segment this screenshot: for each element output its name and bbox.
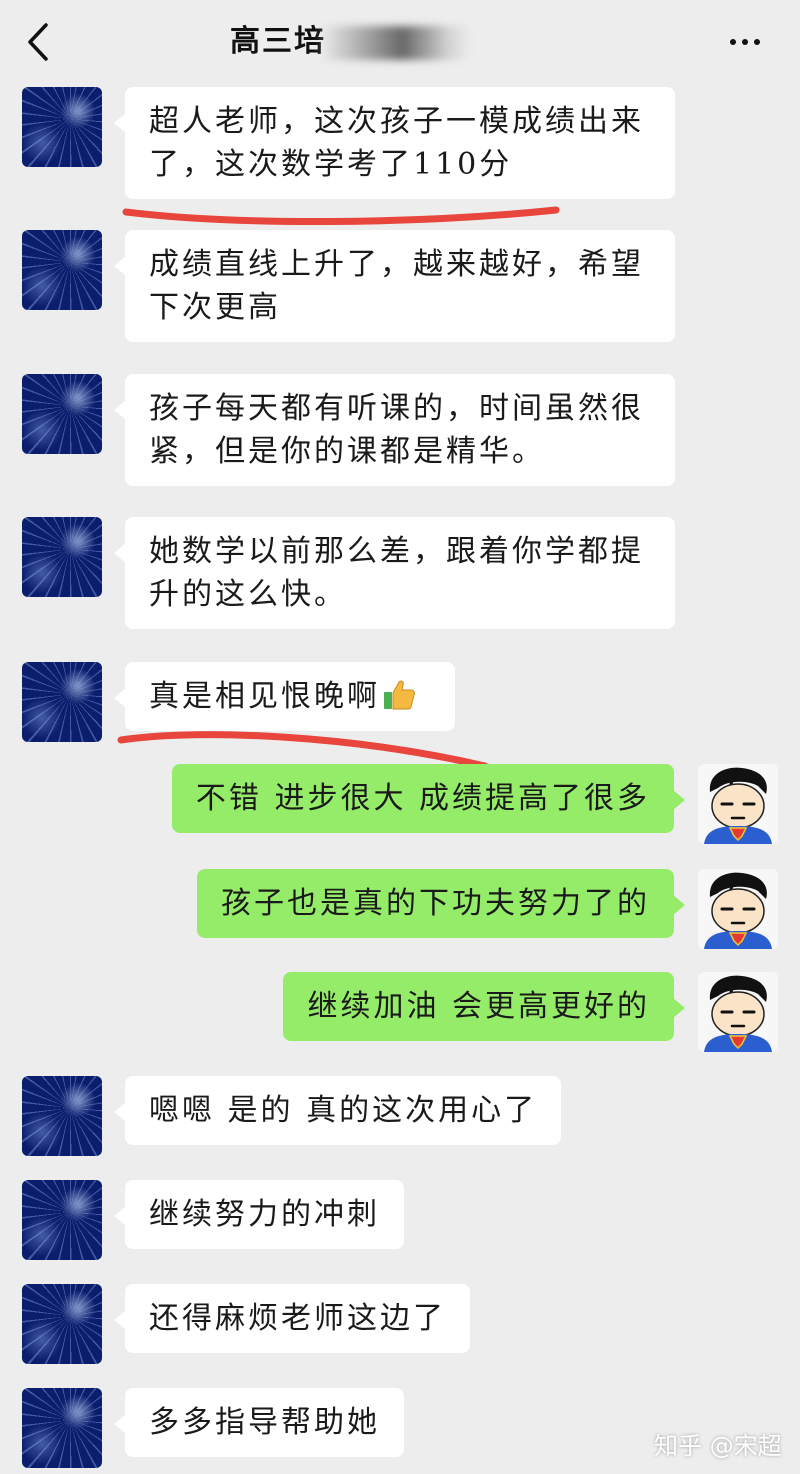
- message-text: 不错 进步很大 成绩提高了很多: [195, 781, 650, 816]
- sender-avatar[interactable]: [22, 1388, 102, 1468]
- sender-avatar[interactable]: [22, 1180, 102, 1260]
- sender-avatar[interactable]: [22, 517, 102, 597]
- message-bubble: 超人老师，这次孩子一模成绩出来了，这次数学考了110分: [114, 87, 675, 199]
- message-text: 孩子每天都有听课的，时间虽然很紧，但是你的课都是精华。: [149, 391, 644, 469]
- message-text: 多多指导帮助她: [149, 1405, 380, 1440]
- message-text: 孩子也是真的下功夫努力了的: [221, 886, 650, 921]
- my-avatar[interactable]: [698, 972, 778, 1052]
- chat-header: 高三培: [0, 0, 800, 84]
- my-avatar[interactable]: [698, 869, 778, 949]
- message-bubble: 她数学以前那么差，跟着你学都提升的这么快。: [114, 517, 675, 629]
- message-bubble: 嗯嗯 是的 真的这次用心了: [113, 1076, 562, 1145]
- message-text: 真是相见恨晚啊: [149, 679, 380, 714]
- red-underline: [122, 206, 560, 226]
- thumbs-up-icon: [384, 680, 415, 710]
- my-avatar[interactable]: [698, 764, 778, 844]
- more-button[interactable]: [715, 22, 775, 62]
- message-bubble-outgoing: 不错 进步很大 成绩提高了很多: [171, 764, 686, 833]
- message-bubble: 多多指导帮助她: [114, 1388, 404, 1457]
- superman-avatar-icon: [698, 869, 778, 949]
- sender-avatar[interactable]: [22, 87, 102, 167]
- sender-avatar[interactable]: [22, 374, 102, 454]
- message-text: 继续加油 会更高更好的: [307, 989, 650, 1024]
- title-redaction: [320, 26, 470, 60]
- back-button[interactable]: [18, 20, 58, 64]
- sender-avatar[interactable]: [22, 1284, 102, 1364]
- message-text: 超人老师，这次孩子一模成绩出来了，这次数学考了110分: [149, 104, 644, 182]
- message-bubble: 还得麻烦老师这边了: [114, 1284, 470, 1353]
- chevron-left-icon: [28, 23, 48, 61]
- message-text: 她数学以前那么差，跟着你学都提升的这么快。: [149, 534, 644, 612]
- message-text: 成绩直线上升了，越来越好，希望下次更高: [149, 247, 644, 325]
- message-bubble: 真是相见恨晚啊: [114, 662, 455, 731]
- message-text: 嗯嗯 是的 真的这次用心了: [149, 1093, 538, 1128]
- message-bubble: 成绩直线上升了，越来越好，希望下次更高: [114, 230, 675, 342]
- message-bubble: 继续努力的冲刺: [114, 1180, 404, 1249]
- superman-avatar-icon: [698, 764, 778, 844]
- sender-avatar[interactable]: [22, 662, 102, 742]
- sender-avatar[interactable]: [22, 230, 102, 310]
- message-bubble-outgoing: 继续加油 会更高更好的: [283, 972, 685, 1041]
- more-dots-icon: [730, 39, 736, 45]
- message-text: 继续努力的冲刺: [149, 1197, 380, 1232]
- watermark: 知乎 @宋超: [654, 1432, 782, 1460]
- sender-avatar[interactable]: [22, 1076, 102, 1156]
- message-bubble-outgoing: 孩子也是真的下功夫努力了的: [197, 869, 685, 938]
- message-bubble: 孩子每天都有听课的，时间虽然很紧，但是你的课都是精华。: [114, 374, 675, 486]
- superman-avatar-icon: [698, 972, 778, 1052]
- message-text: 还得麻烦老师这边了: [149, 1301, 446, 1336]
